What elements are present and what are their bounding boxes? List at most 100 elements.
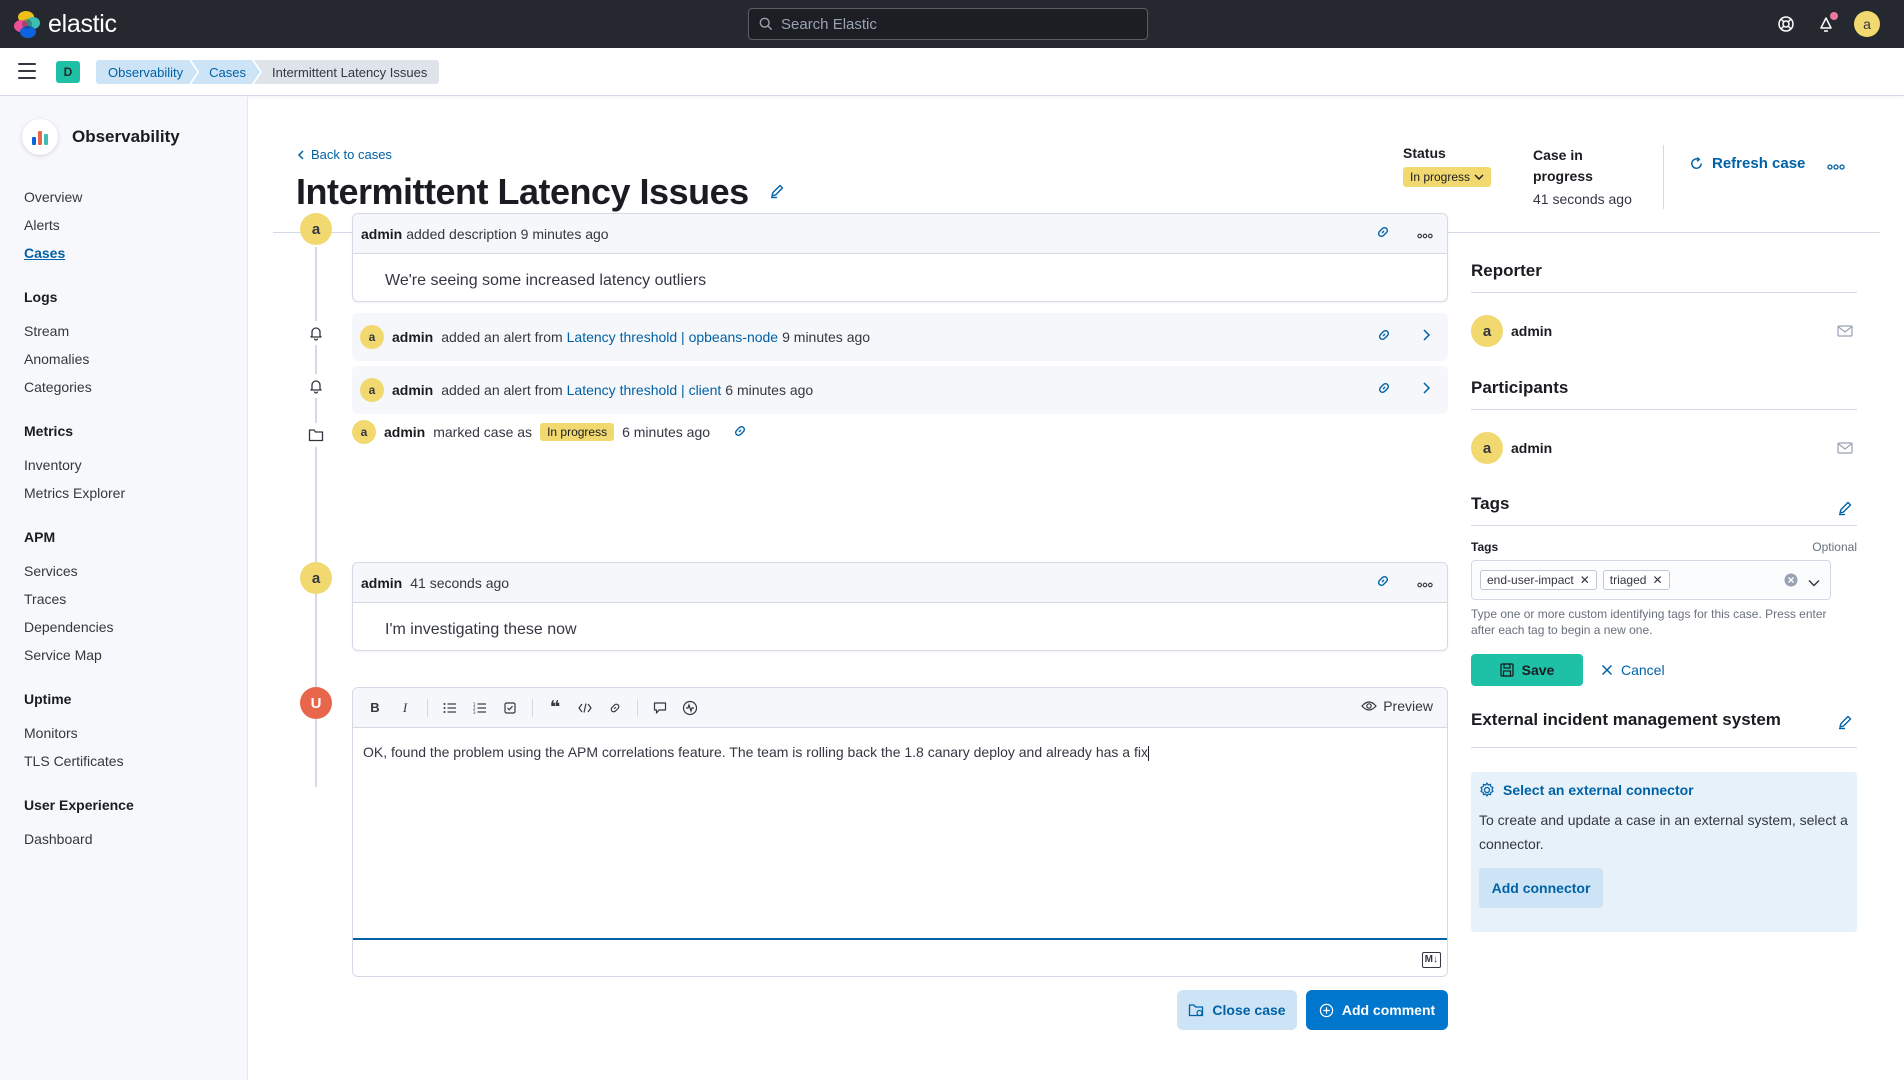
copy-link-icon[interactable] xyxy=(732,423,748,442)
add-connector-button[interactable]: Add connector xyxy=(1479,868,1603,908)
main-content: Back to cases Intermittent Latency Issue… xyxy=(249,97,1904,1080)
select-connector-label: Select an external connector xyxy=(1503,782,1694,798)
close-icon xyxy=(1601,664,1613,676)
user-avatar[interactable]: a xyxy=(1854,11,1880,37)
checkbox-list-icon[interactable] xyxy=(498,696,522,720)
sidebar-item-categories[interactable]: Categories xyxy=(24,373,234,401)
preview-button[interactable]: Preview xyxy=(1361,698,1433,714)
status-change-user: admin xyxy=(384,424,426,440)
elastic-logo[interactable]: elastic xyxy=(14,10,117,39)
tags-field-labels: Tags Optional xyxy=(1471,540,1857,554)
more-actions-icon[interactable] xyxy=(1827,157,1845,175)
sidebar-item-anomalies[interactable]: Anomalies xyxy=(24,345,234,373)
description-panel: admin added description 9 minutes ago We… xyxy=(352,213,1448,302)
status-change-action: marked case as xyxy=(433,424,533,440)
alert-user: admin xyxy=(392,382,434,398)
sidebar-item-inventory[interactable]: Inventory xyxy=(24,451,234,479)
sidebar-item-alerts[interactable]: Alerts xyxy=(24,211,234,239)
link-icon[interactable] xyxy=(603,696,627,720)
notification-dot xyxy=(1830,12,1838,20)
plus-circle-icon xyxy=(1319,1003,1334,1017)
copy-link-icon[interactable] xyxy=(1376,327,1392,346)
sidebar-item-cases[interactable]: Cases xyxy=(24,239,234,267)
mail-icon[interactable] xyxy=(1837,324,1853,340)
edit-connector-pencil-icon[interactable] xyxy=(1837,714,1853,735)
folder-check-icon xyxy=(1189,1004,1204,1017)
remove-tag-icon[interactable]: ✕ xyxy=(1580,573,1590,587)
sidebar-title: Observability xyxy=(72,127,180,146)
news-feed-icon[interactable] xyxy=(1814,12,1838,36)
tags-field-label: Tags xyxy=(1471,540,1499,554)
alert-rule-link[interactable]: Latency threshold | opbeans-node xyxy=(567,329,778,345)
sidebar-item-monitors[interactable]: Monitors xyxy=(24,719,234,747)
header-divider xyxy=(1663,145,1664,209)
bell-icon xyxy=(304,374,328,398)
markdown-icon: M↓ xyxy=(1421,952,1441,968)
italic-icon[interactable]: I xyxy=(393,696,417,720)
case-in-progress-time: 41 seconds ago xyxy=(1533,191,1632,207)
mail-icon[interactable] xyxy=(1837,441,1853,457)
sidebar-item-service-map[interactable]: Service Map xyxy=(24,641,234,669)
bell-icon xyxy=(304,321,328,345)
edit-tags-pencil-icon[interactable] xyxy=(1837,500,1853,521)
add-comment-button[interactable]: Add comment xyxy=(1306,990,1448,1030)
back-to-cases-link[interactable]: Back to cases xyxy=(297,147,392,162)
select-connector-link[interactable]: Select an external connector xyxy=(1479,782,1849,798)
edit-title-pencil-icon[interactable] xyxy=(769,183,785,204)
status-dropdown[interactable]: In progress xyxy=(1403,167,1492,187)
alert-action: added an alert from xyxy=(441,329,563,345)
preview-label: Preview xyxy=(1383,698,1433,714)
alert-action: added an alert from xyxy=(441,382,563,398)
cancel-button[interactable]: Cancel xyxy=(1601,662,1665,678)
refresh-case-button[interactable]: Refresh case xyxy=(1689,155,1805,172)
comment-icon[interactable] xyxy=(648,696,672,720)
copy-link-icon[interactable] xyxy=(1375,224,1391,243)
remove-tag-icon[interactable]: ✕ xyxy=(1652,573,1662,587)
code-icon[interactable] xyxy=(573,696,597,720)
sidebar-item-services[interactable]: Services xyxy=(24,557,234,585)
alert-time: 6 minutes ago xyxy=(725,382,814,398)
breadcrumb-cases[interactable]: Cases xyxy=(191,60,260,84)
bold-icon[interactable]: B xyxy=(363,696,387,720)
sidebar-item-stream[interactable]: Stream xyxy=(24,317,234,345)
tags-combobox[interactable]: end-user-impact ✕ triaged ✕ xyxy=(1471,560,1831,600)
description-header: admin added description 9 minutes ago xyxy=(353,214,1447,254)
chevron-right-icon[interactable] xyxy=(1422,380,1432,399)
copy-link-icon[interactable] xyxy=(1375,573,1391,592)
participant-name: admin xyxy=(1511,440,1553,456)
sidebar-item-dependencies[interactable]: Dependencies xyxy=(24,613,234,641)
sidebar-item-dashboard[interactable]: Dashboard xyxy=(24,825,234,853)
comment-textarea[interactable]: OK, found the problem using the APM corr… xyxy=(353,728,1447,940)
search-input[interactable]: Search Elastic xyxy=(748,8,1148,40)
avatar: a xyxy=(360,325,384,349)
chevron-down-icon[interactable] xyxy=(1808,574,1820,592)
numbered-list-icon[interactable]: 123 xyxy=(468,696,492,720)
bullet-list-icon[interactable] xyxy=(438,696,462,720)
comment-body: I'm investigating these now xyxy=(385,621,577,638)
refresh-icon xyxy=(1691,156,1702,169)
close-case-button[interactable]: Close case xyxy=(1177,990,1297,1030)
space-avatar[interactable]: D xyxy=(56,61,80,83)
sidebar-item-overview[interactable]: Overview xyxy=(24,183,234,211)
save-button[interactable]: Save xyxy=(1471,654,1583,686)
chevron-right-icon[interactable] xyxy=(1422,327,1432,346)
more-actions-icon[interactable] xyxy=(1417,226,1433,242)
breadcrumb-observability[interactable]: Observability xyxy=(96,60,197,84)
alert-rule-link[interactable]: Latency threshold | client xyxy=(567,382,722,398)
menu-toggle-icon[interactable] xyxy=(18,63,36,79)
more-actions-icon[interactable] xyxy=(1417,575,1433,591)
sidebar-item-traces[interactable]: Traces xyxy=(24,585,234,613)
quote-icon[interactable]: ❝ xyxy=(543,696,567,720)
breadcrumb-current: Intermittent Latency Issues xyxy=(254,60,440,84)
toolbar-divider xyxy=(427,698,428,717)
copy-link-icon[interactable] xyxy=(1376,380,1392,399)
case-in-progress-block: Case in progress 41 seconds ago xyxy=(1533,145,1643,207)
help-icon[interactable] xyxy=(1774,12,1798,36)
markdown-toolbar: B I 123 ❝ Preview xyxy=(353,688,1447,728)
chevron-left-icon xyxy=(297,149,304,160)
timeline-visualization-icon[interactable] xyxy=(678,696,702,720)
avatar: a xyxy=(1471,432,1503,464)
sidebar-item-tls-certificates[interactable]: TLS Certificates xyxy=(24,747,234,775)
sidebar-item-metrics-explorer[interactable]: Metrics Explorer xyxy=(24,479,234,507)
clear-icon[interactable] xyxy=(1784,573,1798,592)
